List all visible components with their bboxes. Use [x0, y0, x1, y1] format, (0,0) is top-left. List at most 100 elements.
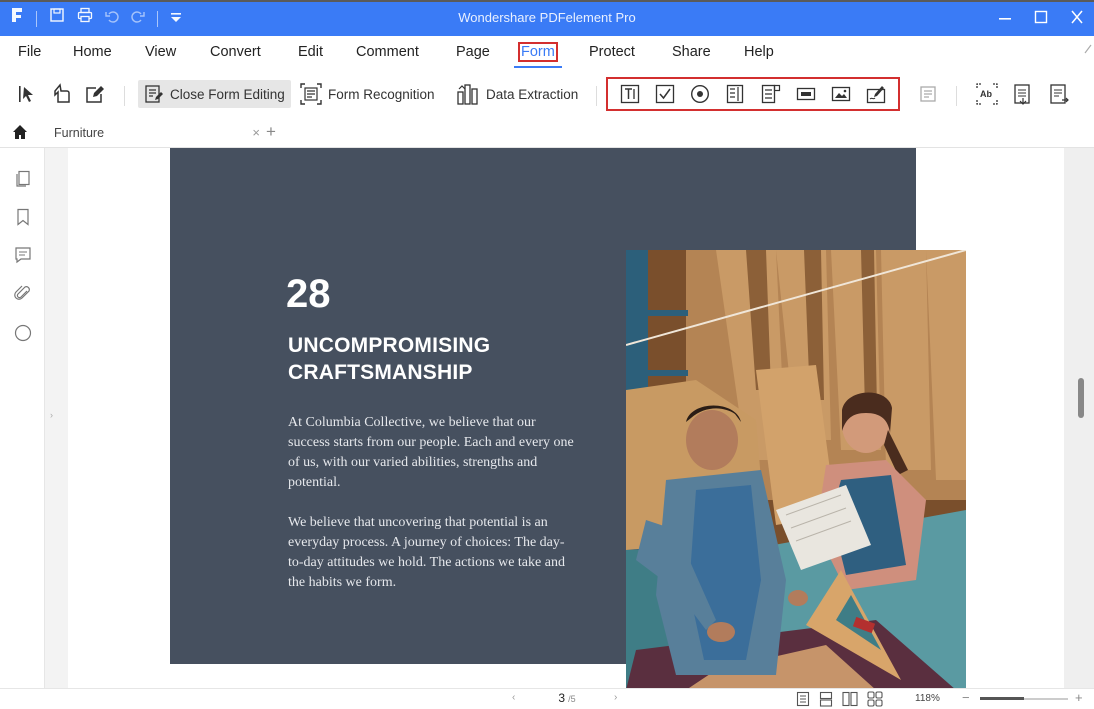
redo-icon[interactable]	[131, 7, 145, 31]
check-box-icon	[655, 84, 675, 104]
form-recognition-button[interactable]: Form Recognition	[300, 80, 435, 108]
active-tab-indicator	[514, 66, 562, 68]
menu-page[interactable]: Page	[456, 42, 490, 64]
customize-icon[interactable]	[170, 7, 182, 31]
separator	[36, 11, 37, 27]
select-cursor-icon	[19, 86, 33, 102]
menu-bar: File Home View Convert Edit Comment Page…	[0, 36, 1094, 68]
menu-file[interactable]: File	[18, 42, 41, 64]
menu-form-label: Form	[518, 42, 558, 62]
button-field-icon	[796, 87, 816, 101]
menu-protect[interactable]: Protect	[589, 42, 635, 64]
import-data-button[interactable]	[1012, 80, 1034, 108]
zoom-slider-fill	[980, 697, 1024, 700]
field-properties-button[interactable]	[918, 80, 938, 108]
collapsed-panel[interactable]: ›	[44, 148, 68, 688]
menu-share[interactable]: Share	[672, 42, 711, 64]
next-page-icon[interactable]: ›	[614, 692, 617, 703]
minimize-icon[interactable]	[998, 7, 1012, 34]
text-field-button[interactable]	[619, 83, 641, 105]
form-edit-icon	[145, 85, 163, 103]
vertical-scrollbar[interactable]	[1064, 148, 1094, 688]
bookmark-icon[interactable]	[14, 208, 32, 226]
continuous-view-icon[interactable]	[819, 691, 833, 709]
data-extraction-icon	[457, 84, 478, 105]
menu-edit[interactable]: Edit	[298, 42, 323, 64]
menu-comment[interactable]: Comment	[356, 42, 419, 64]
grid-view-icon[interactable]	[867, 691, 883, 709]
current-page[interactable]: 3	[558, 691, 565, 705]
single-page-view-icon[interactable]	[796, 691, 810, 709]
tab-label: Furniture	[54, 126, 105, 140]
radio-button-icon	[691, 84, 710, 104]
previous-page-icon[interactable]: ‹	[512, 692, 515, 703]
page-number-heading: 28	[286, 272, 331, 316]
attachment-icon[interactable]	[14, 285, 32, 303]
title-bar: Wondershare PDFelement Pro	[0, 0, 1094, 36]
tab-close-icon[interactable]: ×	[252, 122, 260, 144]
image-field-button[interactable]	[830, 83, 852, 105]
edit-box-icon	[86, 86, 104, 103]
select-tool-button[interactable]	[18, 80, 38, 108]
document-viewer[interactable]: 28 UNCOMPROMISING CRAFTSMANSHIP At Colum…	[68, 148, 1064, 688]
close-icon[interactable]	[1070, 7, 1084, 34]
radio-button-button[interactable]	[689, 83, 711, 105]
collapse-ribbon-icon[interactable]	[1084, 42, 1092, 64]
zoom-level[interactable]: 118%	[915, 693, 940, 704]
page-paragraph-1: At Columbia Collective, we believe that …	[288, 415, 574, 490]
combo-box-button[interactable]	[760, 83, 782, 105]
text-field-icon	[620, 84, 639, 104]
zoom-out-icon[interactable]: −	[962, 690, 970, 705]
close-form-editing-button[interactable]: Close Form Editing	[138, 80, 291, 108]
thumbnails-icon[interactable]	[14, 170, 32, 188]
digital-signature-icon	[867, 86, 886, 104]
zoom-in-icon[interactable]: +	[1075, 690, 1083, 705]
close-form-editing-label: Close Form Editing	[170, 86, 285, 102]
image-field-icon	[831, 86, 851, 102]
zoom-slider[interactable]	[980, 697, 1068, 700]
menu-view[interactable]: View	[145, 42, 176, 64]
comment-icon[interactable]	[14, 246, 32, 264]
menu-help[interactable]: Help	[744, 42, 774, 64]
separator	[157, 11, 158, 27]
maximize-icon[interactable]	[1034, 7, 1048, 34]
import-data-icon	[1014, 84, 1030, 105]
separator	[596, 86, 597, 106]
separator	[956, 86, 957, 106]
save-icon[interactable]	[49, 7, 65, 31]
expand-panel-icon[interactable]: ›	[50, 410, 53, 420]
combo-box-icon	[761, 84, 780, 104]
text-recognition-icon: Ab	[976, 83, 998, 105]
search-circle-icon[interactable]	[14, 324, 32, 342]
menu-home[interactable]: Home	[73, 42, 112, 64]
hand-icon	[54, 83, 70, 103]
tab-furniture[interactable]: Furniture ×	[46, 122, 260, 146]
form-toolbar: Close Form Editing Form Recognition Data…	[0, 72, 1094, 116]
check-box-button[interactable]	[654, 83, 676, 105]
left-sidebar	[0, 148, 44, 688]
quick-access-toolbar	[10, 7, 182, 31]
app-logo-icon	[10, 7, 24, 31]
menu-convert[interactable]: Convert	[210, 42, 261, 64]
window-controls	[998, 7, 1084, 34]
digital-signature-button[interactable]	[865, 83, 887, 105]
page-paragraph-2: We believe that uncovering that potentia…	[288, 515, 565, 590]
undo-icon[interactable]	[105, 7, 119, 31]
list-box-button[interactable]	[724, 83, 746, 105]
new-tab-icon[interactable]: +	[266, 122, 276, 142]
list-box-icon	[727, 84, 744, 104]
replace-text-button[interactable]: Ab	[976, 80, 998, 108]
menu-form[interactable]: Form	[514, 42, 562, 68]
data-extraction-button[interactable]: Data Extraction	[456, 80, 578, 108]
home-icon[interactable]	[12, 124, 28, 145]
page-indicator[interactable]: 3 /5	[530, 691, 604, 707]
button-field-button[interactable]	[795, 83, 817, 105]
hand-tool-button[interactable]	[52, 80, 72, 108]
export-data-button[interactable]	[1048, 80, 1070, 108]
print-icon[interactable]	[77, 7, 93, 31]
total-pages: /5	[568, 694, 576, 704]
page-heading: UNCOMPROMISING CRAFTSMANSHIP	[288, 334, 491, 384]
two-page-view-icon[interactable]	[842, 691, 858, 709]
edit-tool-button[interactable]	[84, 80, 104, 108]
scrollbar-thumb[interactable]	[1078, 378, 1084, 418]
